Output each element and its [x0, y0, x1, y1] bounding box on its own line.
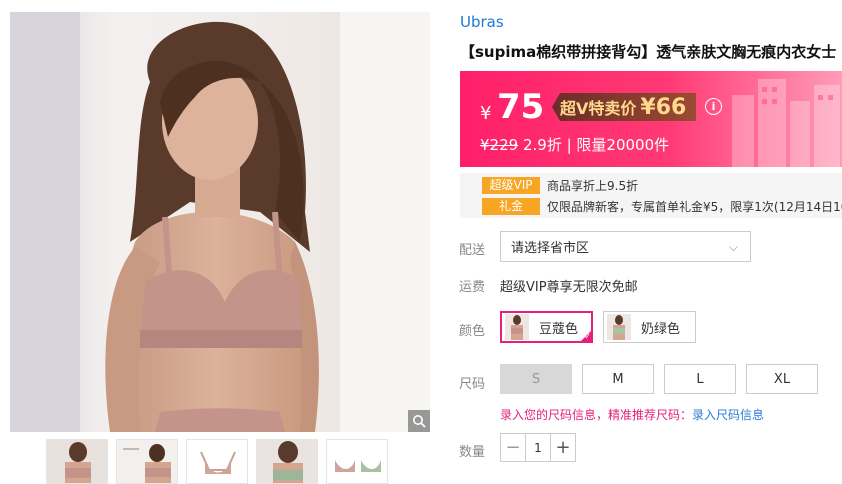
thumbnail-strip	[46, 439, 388, 484]
color-swatch-image	[505, 314, 529, 340]
shipping-label: 配送	[459, 243, 486, 258]
color-swatch-image	[607, 314, 631, 340]
color-option[interactable]: 奶绿色	[603, 311, 696, 343]
quantity-input[interactable]	[525, 434, 551, 461]
thumbnail-image	[47, 440, 107, 483]
thumbnail-2[interactable]	[116, 439, 178, 484]
original-price: ¥229	[480, 136, 519, 154]
promo-tag: 超级VIP	[482, 177, 540, 194]
color-option-label: 豆蔻色	[539, 321, 579, 337]
size-hint-text: 录入您的尺码信息，精准推荐尺码：	[500, 408, 693, 422]
thumbnail-5[interactable]	[326, 439, 388, 484]
thumbnail-3[interactable]	[186, 439, 248, 484]
price-subline: ¥229 2.9折 | 限量20000件	[480, 134, 669, 155]
region-select-placeholder: 请选择省市区	[511, 241, 590, 256]
product-title: 【supima棉织带拼接背勾】透气亲肤文胸无痕内衣女士	[460, 43, 837, 61]
promo-tag: 礼金	[482, 198, 540, 215]
quantity-stepper: − +	[500, 433, 576, 462]
size-option-s: S	[500, 364, 572, 394]
region-select[interactable]: 请选择省市区 ⌵	[500, 231, 751, 262]
color-option-label: 奶绿色	[641, 321, 681, 337]
main-product-image[interactable]	[10, 12, 430, 432]
size-option-l[interactable]: L	[664, 364, 736, 394]
promo-text: 商品享折上9.5折	[547, 179, 639, 193]
checkmark-icon: ✓	[584, 332, 591, 341]
size-entry-link[interactable]: 录入尺码信息	[692, 408, 764, 422]
size-label: 尺码	[459, 377, 486, 392]
freight-text: 超级VIP尊享无限次免邮	[500, 280, 638, 295]
product-detail-page: Ubras 【supima棉织带拼接背勾】透气亲肤文胸无痕内衣女士 ¥ 75 超…	[0, 0, 842, 484]
size-option-m[interactable]: M	[582, 364, 654, 394]
info-icon[interactable]: i	[705, 98, 722, 115]
promo-text: 仅限品牌新客，专属首单礼金¥5，限享1次(12月14日10	[547, 200, 842, 214]
promo-row-gift: 礼金 仅限品牌新客，专属首单礼金¥5，限享1次(12月14日10	[482, 198, 842, 215]
thumbnail-1[interactable]	[46, 439, 108, 484]
promotion-panel: 超级VIP 商品享折上9.5折 礼金 仅限品牌新客，专属首单礼金¥5，限享1次(…	[460, 173, 842, 218]
vip-price-label: 超V特卖价	[560, 99, 637, 118]
discount-rate: 2.9折	[522, 136, 562, 154]
chevron-down-icon: ⌵	[728, 240, 738, 254]
thumbnail-4[interactable]	[256, 439, 318, 484]
thumbnail-image	[187, 440, 247, 483]
price-currency: ¥	[480, 103, 492, 124]
model-photo	[10, 12, 430, 432]
quantity-decrement-button[interactable]: −	[501, 434, 525, 461]
stock-limit: 限量20000件	[576, 136, 670, 154]
decorative-buildings-icon	[732, 79, 840, 167]
vip-price-tag: 超V特卖价 ¥66	[552, 93, 697, 121]
quantity-label: 数量	[459, 445, 486, 460]
sale-price: 75	[497, 87, 545, 127]
magnifier-icon	[413, 415, 426, 428]
thumbnail-image	[257, 440, 317, 483]
quantity-increment-button[interactable]: +	[551, 434, 575, 461]
color-option-selected[interactable]: 豆蔻色 ✓	[500, 311, 593, 343]
thumbnail-image	[327, 440, 387, 483]
thumbnail-image	[117, 440, 177, 483]
price-banner: ¥ 75 超V特卖价 ¥66 i ¥229 2.9折 | 限量20000件	[460, 71, 842, 167]
size-hint: 录入您的尺码信息，精准推荐尺码：录入尺码信息	[500, 406, 764, 423]
brand-link[interactable]: Ubras	[460, 13, 504, 31]
price-separator: |	[561, 136, 577, 154]
freight-label: 运费	[459, 280, 486, 295]
size-option-xl[interactable]: XL	[746, 364, 818, 394]
zoom-button[interactable]	[408, 410, 430, 432]
vip-price: ¥66	[640, 94, 687, 120]
color-label: 颜色	[459, 324, 486, 339]
promo-row-vip: 超级VIP 商品享折上9.5折	[482, 177, 638, 194]
